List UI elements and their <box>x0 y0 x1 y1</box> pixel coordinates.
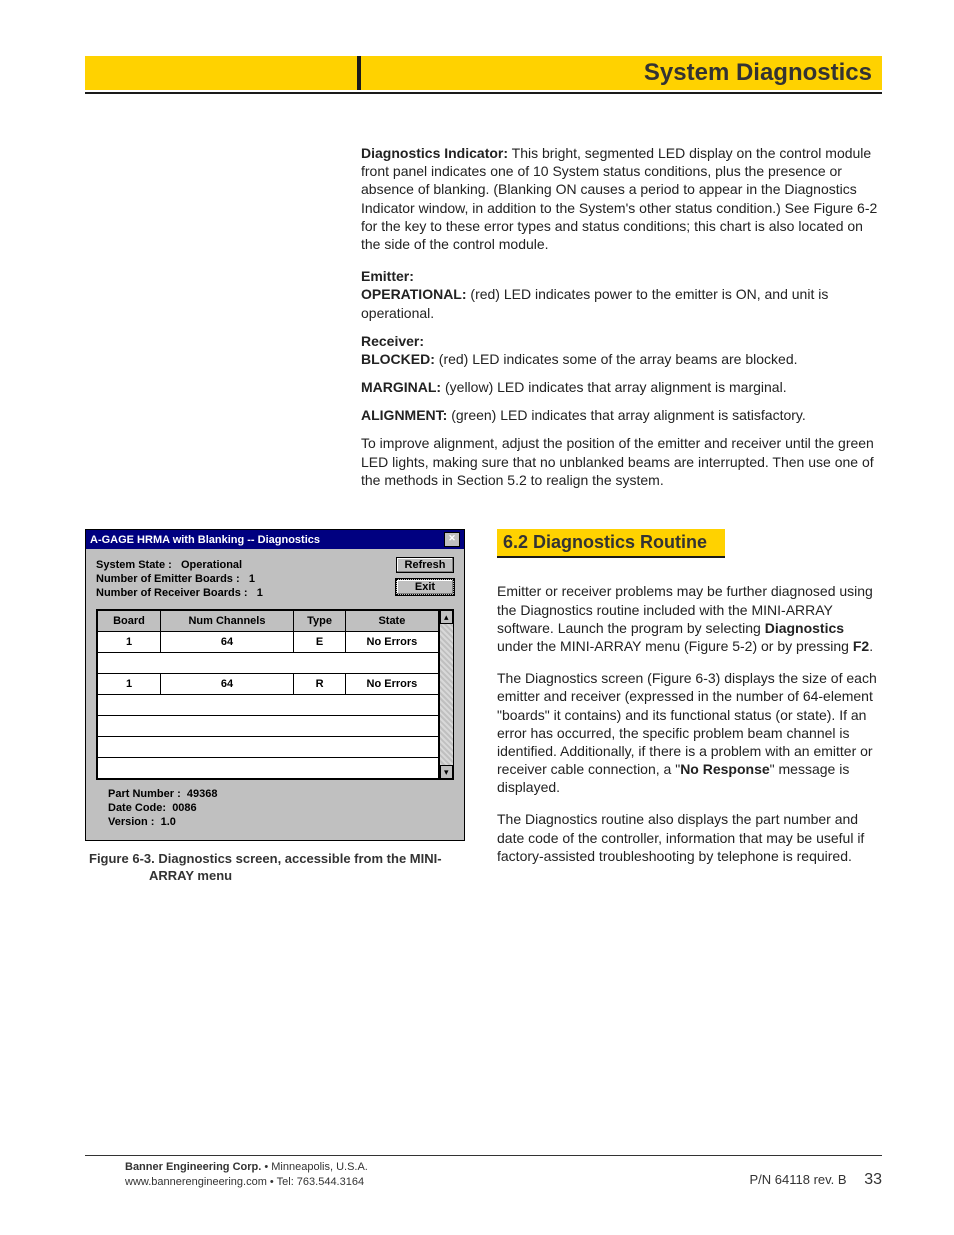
emitter-boards-label: Number of Emitter Boards : <box>96 573 240 585</box>
section-heading: 6.2 Diagnostics Routine <box>497 529 725 558</box>
col-num-channels: Num Channels <box>161 611 294 632</box>
p1c: under the MINI-ARRAY menu (Figure 5-2) o… <box>497 638 853 654</box>
receiver-boards-label: Number of Receiver Boards : <box>96 587 248 599</box>
col-board: Board <box>98 611 161 632</box>
diagnostics-table: Board Num Channels Type State 1 64 <box>97 610 439 779</box>
table-row <box>98 758 439 779</box>
date-code-label: Date Code: <box>108 802 166 814</box>
dialog-titlebar: A-GAGE HRMA with Blanking -- Diagnostics… <box>86 530 464 549</box>
footer-loc: • Minneapolis, U.S.A. <box>261 1161 368 1173</box>
blocked-label: BLOCKED: <box>361 351 435 367</box>
exit-button[interactable]: Exit <box>396 579 454 595</box>
diagnostics-dialog: A-GAGE HRMA with Blanking -- Diagnostics… <box>85 529 465 841</box>
section-title: System Diagnostics <box>361 56 882 90</box>
blocked-text: (red) LED indicates some of the array be… <box>435 351 798 367</box>
figure-caption: Figure 6-3. Diagnostics screen, accessib… <box>145 851 465 885</box>
cell-channels: 64 <box>161 632 294 653</box>
close-icon[interactable]: ✕ <box>444 532 460 547</box>
cell-type: R <box>293 674 345 695</box>
p1b: Diagnostics <box>765 620 844 636</box>
table-row: 1 64 R No Errors <box>98 674 439 695</box>
scrollbar[interactable]: ▴ ▾ <box>439 610 453 779</box>
table-row <box>98 653 439 674</box>
improve-alignment-text: To improve alignment, adjust the positio… <box>361 434 882 489</box>
dialog-title-text: A-GAGE HRMA with Blanking -- Diagnostics <box>90 534 320 546</box>
system-state-label: System State : <box>96 559 172 571</box>
diagnostics-table-wrap: Board Num Channels Type State 1 64 <box>96 609 454 780</box>
p2b: No Response <box>680 761 769 777</box>
marginal-label: MARGINAL: <box>361 379 441 395</box>
diag-indicator-label: Diagnostics Indicator: <box>361 145 508 161</box>
section-6-2: 6.2 Diagnostics Routine Emitter or recei… <box>497 529 882 885</box>
p1e: . <box>869 638 873 654</box>
cell-state: No Errors <box>346 632 438 653</box>
page-header: System Diagnostics <box>85 56 882 90</box>
emitter-label: Emitter: <box>361 268 414 284</box>
receiver-boards-value: 1 <box>257 587 263 599</box>
footer-pn: P/N 64118 rev. B <box>750 1172 847 1187</box>
scroll-up-icon[interactable]: ▴ <box>440 610 453 624</box>
page-number: 33 <box>864 1171 882 1188</box>
cell-board: 1 <box>98 632 161 653</box>
alignment-label: ALIGNMENT: <box>361 407 447 423</box>
emitter-boards-value: 1 <box>249 573 255 585</box>
page-footer: Banner Engineering Corp. • Minneapolis, … <box>85 1155 882 1189</box>
header-accent-left <box>85 56 357 90</box>
footer-contact: www.bannerengineering.com • Tel: 763.544… <box>125 1176 364 1188</box>
part-number-value: 49368 <box>187 788 218 800</box>
marginal-text: (yellow) LED indicates that array alignm… <box>441 379 786 395</box>
p1d: F2 <box>853 638 869 654</box>
intro-text-block: Diagnostics Indicator: This bright, segm… <box>361 144 882 489</box>
version-label: Version : <box>108 816 154 828</box>
cell-state: No Errors <box>346 674 438 695</box>
operational-label: OPERATIONAL: <box>361 286 467 302</box>
dialog-meta: Part Number : 49368 Date Code: 0086 Vers… <box>96 788 454 828</box>
receiver-label: Receiver: <box>361 333 424 349</box>
version-value: 1.0 <box>161 816 176 828</box>
col-type: Type <box>293 611 345 632</box>
refresh-button[interactable]: Refresh <box>396 557 454 573</box>
col-state: State <box>346 611 438 632</box>
date-code-value: 0086 <box>172 802 196 814</box>
header-underline <box>85 92 882 94</box>
table-row <box>98 716 439 737</box>
p3: The Diagnostics routine also displays th… <box>497 810 882 865</box>
system-state-value: Operational <box>181 559 242 571</box>
cell-channels: 64 <box>161 674 294 695</box>
part-number-label: Part Number : <box>108 788 181 800</box>
cell-type: E <box>293 632 345 653</box>
cell-board: 1 <box>98 674 161 695</box>
table-row <box>98 737 439 758</box>
alignment-text: (green) LED indicates that array alignme… <box>447 407 805 423</box>
table-row <box>98 695 439 716</box>
diag-indicator-text: This bright, segmented LED display on th… <box>361 145 877 252</box>
table-row: 1 64 E No Errors <box>98 632 439 653</box>
footer-company: Banner Engineering Corp. <box>125 1161 261 1173</box>
scroll-down-icon[interactable]: ▾ <box>440 765 453 779</box>
